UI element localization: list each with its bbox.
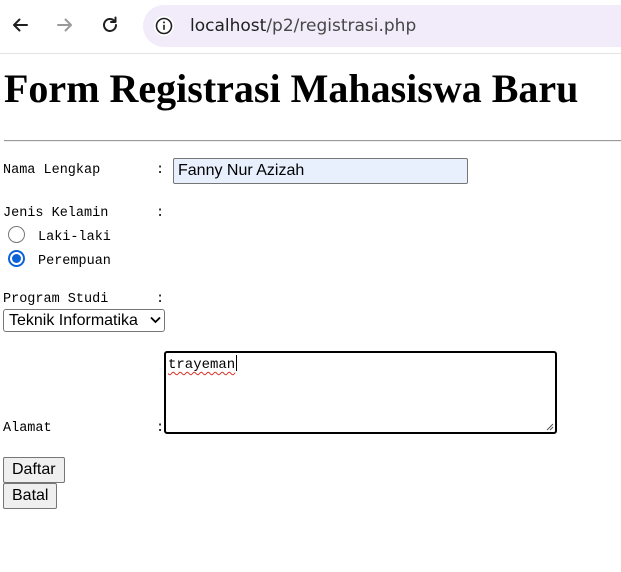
- program-studi-colon: :: [156, 292, 165, 307]
- resize-handle-icon[interactable]: [545, 422, 554, 431]
- alamat-label: Alamat: [3, 421, 52, 436]
- url-path: /p2/registrasi.php: [266, 16, 417, 36]
- jenis-kelamin-label: Jenis Kelamin: [3, 206, 109, 221]
- alamat-text: trayeman: [168, 357, 236, 373]
- radio-label-laki-laki[interactable]: Laki-laki: [38, 230, 111, 246]
- program-studi-select[interactable]: Teknik Informatika: [3, 309, 165, 332]
- nama-label: Nama Lengkap: [3, 163, 101, 178]
- radio-laki-laki[interactable]: [8, 226, 25, 243]
- chevron-down-icon: [150, 316, 161, 324]
- radio-perempuan[interactable]: [8, 250, 25, 267]
- forward-arrow-icon[interactable]: [52, 12, 78, 38]
- browser-toolbar: localhost/p2/registrasi.php: [0, 0, 621, 54]
- site-info-icon[interactable]: [154, 16, 174, 36]
- url-text: localhost/p2/registrasi.php: [190, 16, 416, 36]
- url-host: localhost: [190, 16, 267, 36]
- back-arrow-icon[interactable]: [7, 12, 33, 38]
- address-bar[interactable]: localhost/p2/registrasi.php: [143, 5, 621, 47]
- batal-button[interactable]: Batal: [3, 483, 58, 509]
- program-studi-label: Program Studi: [3, 292, 109, 307]
- text-caret: [236, 355, 238, 371]
- nama-colon: :: [156, 163, 165, 178]
- horizontal-rule: [4, 140, 621, 142]
- nama-lengkap-input[interactable]: Fanny Nur Azizah: [173, 158, 468, 184]
- jenis-kelamin-colon: :: [156, 206, 165, 221]
- alamat-textarea[interactable]: trayeman: [164, 351, 557, 434]
- program-studi-selected: Teknik Informatika: [9, 312, 138, 329]
- reload-icon[interactable]: [97, 12, 123, 38]
- page-title: Form Registrasi Mahasiswa Baru: [4, 66, 579, 111]
- alamat-colon: :: [156, 421, 165, 436]
- radio-label-perempuan[interactable]: Perempuan: [38, 254, 111, 270]
- daftar-button[interactable]: Daftar: [3, 457, 65, 483]
